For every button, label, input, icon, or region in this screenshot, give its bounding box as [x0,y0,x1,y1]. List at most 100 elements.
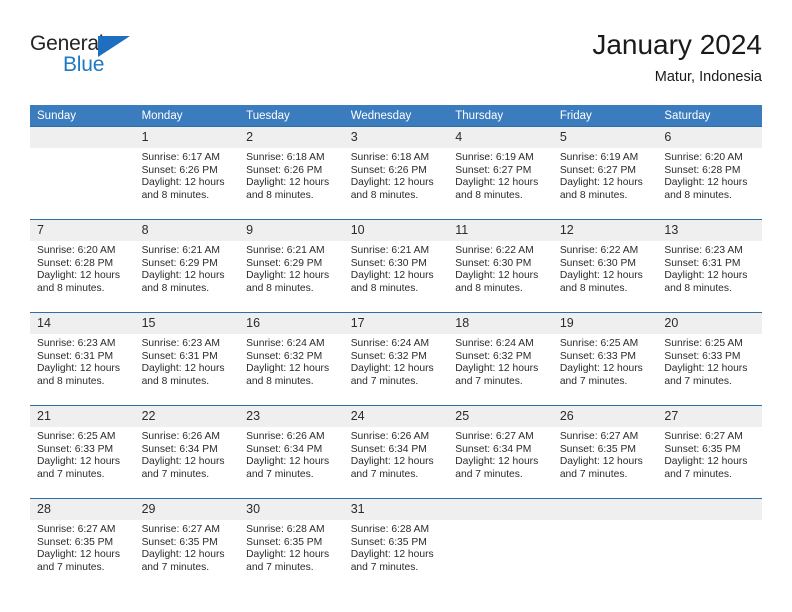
daylight-duration-cont: and 8 minutes. [559,189,628,201]
daylight-duration: Daylight: 12 hours [559,270,643,282]
calendar-day-cell[interactable]: 14 Sunrise: 6:23 AM Sunset: 6:31 PM Dayligh… [30,312,135,406]
page-header: General Blue January 2024 Matur, Indones… [30,28,762,94]
calendar-day-cell[interactable]: 1 Sunrise: 6:17 AM Sunset: 6:26 PM Daylight… [134,126,240,220]
calendar-day-cell[interactable]: 10 Sunrise: 6:21 AM Sunset: 6:30 PM Dayligh… [343,219,449,313]
sunset-time: Sunset: 6:35 PM [350,536,427,548]
calendar-day-cell[interactable]: 25 Sunrise: 6:27 AM Sunset: 6:34 PM Dayligh… [448,405,553,499]
sunrise-time: Sunrise: 6:19 AM [455,152,534,163]
sunrise-time: Sunrise: 6:27 AM [455,431,534,442]
day-number: 11 [448,220,553,241]
calendar-day-cell[interactable]: 23 Sunrise: 6:26 AM Sunset: 6:34 PM Dayligh… [239,405,344,499]
day-details: Sunrise: 6:26 AM Sunset: 6:34 PM Daylight:… [344,427,449,498]
calendar-day-cell[interactable]: 12 Sunrise: 6:22 AM Sunset: 6:30 PM Dayligh… [552,219,658,313]
sunrise-time: Sunrise: 6:27 AM [559,431,639,442]
daylight-duration-cont: and 8 minutes. [559,282,628,294]
day-details: Sunrise: 6:27 AM Sunset: 6:35 PM Daylight:… [657,427,762,498]
day-details: Sunrise: 6:18 AM Sunset: 6:26 PM Daylight:… [239,148,344,219]
day-number: 26 [552,406,658,427]
day-details: Sunrise: 6:24 AM Sunset: 6:32 PM Daylight:… [344,334,449,405]
daylight-duration: Daylight: 12 hours [141,456,225,468]
calendar-day-cell[interactable]: 27 Sunrise: 6:27 AM Sunset: 6:35 PM Dayligh… [657,405,762,499]
day-details: Sunrise: 6:17 AM Sunset: 6:26 PM Daylight:… [135,148,240,219]
daylight-duration-cont: and 7 minutes. [664,468,732,480]
sunrise-time: Sunrise: 6:18 AM [350,152,430,163]
daylight-duration-cont: and 7 minutes. [141,468,210,480]
calendar-day-cell[interactable]: 28 Sunrise: 6:27 AM Sunset: 6:35 PM Dayligh… [30,498,135,591]
sunrise-time: Sunrise: 6:26 AM [141,431,220,442]
daylight-duration-cont: and 8 minutes. [350,282,419,294]
daylight-duration: Daylight: 12 hours [664,177,748,189]
general-blue-logo[interactable]: General Blue [30,32,150,88]
daylight-duration-cont: and 8 minutes. [246,282,314,294]
calendar-day-cell[interactable]: 18 Sunrise: 6:24 AM Sunset: 6:32 PM Dayligh… [448,312,553,406]
day-details: Sunrise: 6:20 AM Sunset: 6:28 PM Daylight:… [30,241,135,312]
calendar-day-cell[interactable]: 29 Sunrise: 6:27 AM Sunset: 6:35 PM Dayligh… [134,498,240,591]
calendar-day-cell[interactable]: 5 Sunrise: 6:19 AM Sunset: 6:27 PM Daylight… [552,126,658,220]
day-details: Sunrise: 6:26 AM Sunset: 6:34 PM Daylight:… [135,427,240,498]
daylight-duration-cont: and 7 minutes. [350,468,419,480]
day-details: Sunrise: 6:25 AM Sunset: 6:33 PM Daylight:… [553,334,658,405]
calendar-week-row: 1 Sunrise: 6:17 AM Sunset: 6:26 PM Daylight… [30,126,762,220]
calendar-day-cell[interactable]: 22 Sunrise: 6:26 AM Sunset: 6:34 PM Dayligh… [134,405,240,499]
daylight-duration-cont: and 8 minutes. [141,375,210,387]
sunset-time: Sunset: 6:35 PM [37,536,114,548]
calendar-day-cell[interactable]: 6 Sunrise: 6:20 AM Sunset: 6:28 PM Daylight… [657,126,762,220]
day-number: 13 [657,220,762,241]
calendar-body: 1 Sunrise: 6:17 AM Sunset: 6:26 PM Daylight… [30,126,762,591]
day-details: Sunrise: 6:27 AM Sunset: 6:35 PM Daylight:… [135,520,240,591]
calendar-day-cell[interactable]: 30 Sunrise: 6:28 AM Sunset: 6:35 PM Dayligh… [239,498,344,591]
day-number: 16 [239,313,344,334]
daylight-duration: Daylight: 12 hours [141,363,225,375]
calendar-day-cell[interactable]: 3 Sunrise: 6:18 AM Sunset: 6:26 PM Daylight… [343,126,449,220]
sunset-time: Sunset: 6:35 PM [664,443,741,455]
daylight-duration: Daylight: 12 hours [664,270,748,282]
calendar-day-cell[interactable]: 20 Sunrise: 6:25 AM Sunset: 6:33 PM Dayligh… [657,312,762,406]
daylight-duration: Daylight: 12 hours [455,363,539,375]
weekday-header-sunday: Sunday [30,105,135,127]
day-number: 10 [343,220,449,241]
calendar-day-cell[interactable]: 31 Sunrise: 6:28 AM Sunset: 6:35 PM Dayligh… [343,498,449,591]
day-details: Sunrise: 6:27 AM Sunset: 6:34 PM Daylight:… [448,427,553,498]
calendar-day-cell[interactable]: 17 Sunrise: 6:24 AM Sunset: 6:32 PM Dayligh… [343,312,449,406]
calendar-day-cell[interactable]: 11 Sunrise: 6:22 AM Sunset: 6:30 PM Dayligh… [448,219,553,313]
calendar-day-cell[interactable]: 26 Sunrise: 6:27 AM Sunset: 6:35 PM Dayligh… [552,405,658,499]
sunrise-time: Sunrise: 6:20 AM [37,245,116,256]
calendar-week-row: 21 Sunrise: 6:25 AM Sunset: 6:33 PM Dayligh… [30,405,762,499]
day-details: Sunrise: 6:24 AM Sunset: 6:32 PM Daylight:… [448,334,553,405]
daylight-duration: Daylight: 12 hours [37,270,120,282]
daylight-duration: Daylight: 12 hours [350,270,434,282]
day-number: 12 [552,220,658,241]
day-number [657,499,762,520]
day-number: 30 [239,499,344,520]
calendar-day-cell[interactable]: 15 Sunrise: 6:23 AM Sunset: 6:31 PM Dayligh… [134,312,240,406]
sunrise-time: Sunrise: 6:22 AM [455,245,534,256]
calendar-day-cell[interactable]: 21 Sunrise: 6:25 AM Sunset: 6:33 PM Dayligh… [30,405,135,499]
daylight-duration-cont: and 7 minutes. [350,375,419,387]
calendar-day-cell[interactable]: 13 Sunrise: 6:23 AM Sunset: 6:31 PM Dayligh… [657,219,762,313]
calendar-day-cell[interactable]: 8 Sunrise: 6:21 AM Sunset: 6:29 PM Daylight… [134,219,240,313]
calendar-day-cell[interactable]: 9 Sunrise: 6:21 AM Sunset: 6:29 PM Daylight… [239,219,344,313]
sunset-time: Sunset: 6:31 PM [141,350,218,362]
calendar-day-cell[interactable]: 7 Sunrise: 6:20 AM Sunset: 6:28 PM Daylight… [30,219,135,313]
calendar-day-cell[interactable]: 16 Sunrise: 6:24 AM Sunset: 6:32 PM Dayligh… [239,312,344,406]
day-number: 3 [343,127,449,148]
calendar-header-row: Sunday Monday Tuesday Wednesday Thursday… [30,105,762,127]
day-details: Sunrise: 6:28 AM Sunset: 6:35 PM Daylight:… [344,520,449,591]
calendar-day-cell[interactable]: 19 Sunrise: 6:25 AM Sunset: 6:33 PM Dayligh… [552,312,658,406]
calendar-day-cell[interactable]: 4 Sunrise: 6:19 AM Sunset: 6:27 PM Daylight… [448,126,553,220]
day-details [553,520,658,591]
day-number: 1 [134,127,240,148]
sunrise-time: Sunrise: 6:25 AM [664,338,743,349]
calendar-day-cell[interactable]: 24 Sunrise: 6:26 AM Sunset: 6:34 PM Dayligh… [343,405,449,499]
daylight-duration: Daylight: 12 hours [559,363,643,375]
daylight-duration: Daylight: 12 hours [37,456,120,468]
sunset-time: Sunset: 6:33 PM [37,443,114,455]
calendar-day-cell[interactable]: 2 Sunrise: 6:18 AM Sunset: 6:26 PM Daylight… [239,126,344,220]
daylight-duration: Daylight: 12 hours [37,363,120,375]
sunrise-time: Sunrise: 6:22 AM [559,245,639,256]
day-number: 4 [448,127,553,148]
daylight-duration-cont: and 8 minutes. [37,375,105,387]
sunset-time: Sunset: 6:30 PM [455,257,532,269]
daylight-duration-cont: and 7 minutes. [246,468,314,480]
sunrise-time: Sunrise: 6:26 AM [350,431,430,442]
